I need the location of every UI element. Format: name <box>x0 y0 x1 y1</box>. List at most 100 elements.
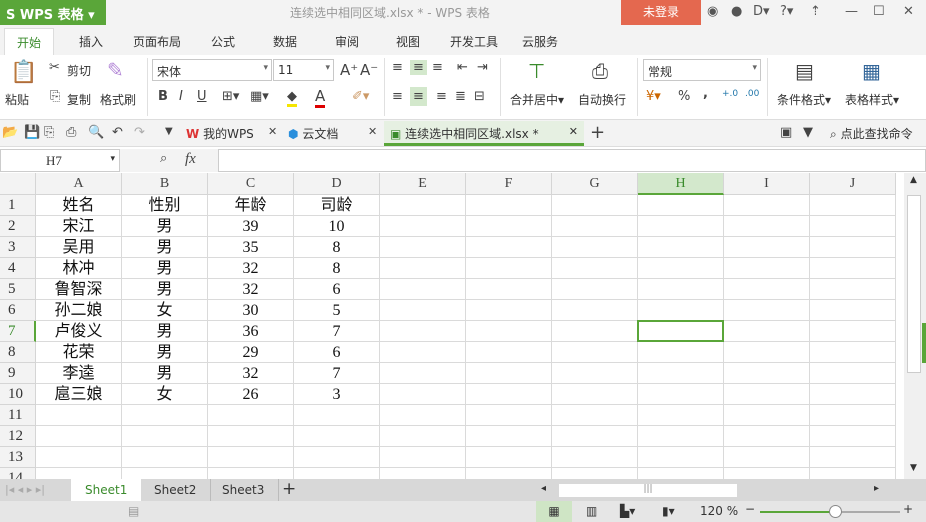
decrease-font-icon[interactable]: A⁻ <box>360 61 378 79</box>
cell-E11[interactable] <box>380 405 466 426</box>
cell-A1[interactable]: 姓名 <box>36 195 122 216</box>
cell-G4[interactable] <box>552 258 638 279</box>
cell-J14[interactable] <box>810 468 896 479</box>
font-color-icon[interactable]: A <box>315 87 326 108</box>
cell-J6[interactable] <box>810 300 896 321</box>
zoom-level[interactable]: 120 % <box>700 504 738 518</box>
row-header-5[interactable]: 5 <box>0 279 36 300</box>
cell-I7[interactable] <box>724 321 810 342</box>
cell-J10[interactable] <box>810 384 896 405</box>
row-header-9[interactable]: 9 <box>0 363 36 384</box>
zoom-in-icon[interactable]: + <box>903 502 913 516</box>
macro-icon[interactable]: ▤ <box>128 504 139 518</box>
row-header-4[interactable]: 4 <box>0 258 36 279</box>
row-header-13[interactable]: 13 <box>0 447 36 468</box>
cell-F1[interactable] <box>466 195 552 216</box>
new-tab-icon[interactable]: + <box>590 122 605 143</box>
currency-icon[interactable]: ¥▾ <box>646 89 661 104</box>
cell-F2[interactable] <box>466 216 552 237</box>
cell-B1[interactable]: 性别 <box>122 195 208 216</box>
tab-home[interactable]: 开始 <box>4 28 55 55</box>
row-header-14[interactable]: 14 <box>0 468 36 479</box>
cell-A5[interactable]: 鲁智深 <box>36 279 122 300</box>
name-box[interactable]: H7 ▾ <box>0 149 120 172</box>
copy-button[interactable]: 复制 <box>67 91 91 108</box>
cell-C12[interactable] <box>208 426 294 447</box>
cell-F7[interactable] <box>466 321 552 342</box>
cell-H8[interactable] <box>638 342 724 363</box>
tab-developer[interactable]: 开发工具 <box>450 33 498 50</box>
customize-dropdown-icon[interactable]: ▼ <box>165 126 173 137</box>
cell-A13[interactable] <box>36 447 122 468</box>
close-icon[interactable]: ✕ <box>903 4 914 19</box>
cell-E9[interactable] <box>380 363 466 384</box>
vertical-scroll-thumb[interactable] <box>907 195 921 373</box>
row-header-10[interactable]: 10 <box>0 384 36 405</box>
cell-F8[interactable] <box>466 342 552 363</box>
cell-D6[interactable]: 5 <box>294 300 380 321</box>
cell-I1[interactable] <box>724 195 810 216</box>
cell-H10[interactable] <box>638 384 724 405</box>
cell-G6[interactable] <box>552 300 638 321</box>
decrease-decimal-icon[interactable]: .00 <box>745 89 759 99</box>
page-break-view-icon[interactable]: ▥ <box>586 504 597 518</box>
cell-C7[interactable]: 36 <box>208 321 294 342</box>
cell-A9[interactable]: 李逵 <box>36 363 122 384</box>
cell-E5[interactable] <box>380 279 466 300</box>
zoom-formula-icon[interactable]: ⌕ <box>160 151 167 166</box>
eye-protect-icon[interactable]: ▮▾ <box>662 504 675 518</box>
cell-B8[interactable]: 男 <box>122 342 208 363</box>
cell-F3[interactable] <box>466 237 552 258</box>
cell-J5[interactable] <box>810 279 896 300</box>
cell-I6[interactable] <box>724 300 810 321</box>
merge-center-button[interactable]: 合并居中▾ <box>510 91 564 108</box>
column-header-J[interactable]: J <box>810 173 896 195</box>
align-center-icon[interactable]: ≡ <box>410 87 427 106</box>
row-header-3[interactable]: 3 <box>0 237 36 258</box>
side-panel-toggle[interactable] <box>922 323 926 363</box>
cell-D4[interactable]: 8 <box>294 258 380 279</box>
spreadsheet-grid[interactable]: A B C D E F G H I J 1 姓名 性别 年龄 司龄 2 宋江男 39 10 3 吴用男 35 8 4 林冲男 32… <box>0 173 904 479</box>
cell-C4[interactable]: 32 <box>208 258 294 279</box>
tab-insert[interactable]: 插入 <box>79 33 103 50</box>
row-header-6[interactable]: 6 <box>0 300 36 321</box>
cell-E14[interactable] <box>380 468 466 479</box>
number-format-select[interactable]: 常规 ▾ <box>643 59 761 81</box>
cell-E8[interactable] <box>380 342 466 363</box>
clear-format-icon[interactable]: ✐▾ <box>352 89 369 104</box>
cell-J8[interactable] <box>810 342 896 363</box>
zoom-slider[interactable] <box>760 505 900 518</box>
cell-D12[interactable] <box>294 426 380 447</box>
cell-D9[interactable]: 7 <box>294 363 380 384</box>
cell-C13[interactable] <box>208 447 294 468</box>
tab-data[interactable]: 数据 <box>273 33 297 50</box>
column-header-H[interactable]: H <box>638 173 724 195</box>
cell-C5[interactable]: 32 <box>208 279 294 300</box>
app-menu-button[interactable]: S WPS 表格 ▾ <box>0 0 106 25</box>
zoom-slider-handle[interactable] <box>828 505 842 518</box>
cell-G11[interactable] <box>552 405 638 426</box>
cell-H13[interactable] <box>638 447 724 468</box>
cell-C11[interactable] <box>208 405 294 426</box>
cell-B5[interactable]: 男 <box>122 279 208 300</box>
cell-H3[interactable] <box>638 237 724 258</box>
paste-button[interactable]: 粘贴 <box>5 91 29 108</box>
sheet-tab-1[interactable]: Sheet1 <box>71 479 142 501</box>
print-preview-icon[interactable]: 🔍 <box>88 125 104 140</box>
find-command-button[interactable]: ⌕ 点此查找命令 <box>830 125 913 142</box>
column-header-D[interactable]: D <box>294 173 380 195</box>
cell-F4[interactable] <box>466 258 552 279</box>
cell-J4[interactable] <box>810 258 896 279</box>
distributed-icon[interactable]: ⊟ <box>474 89 485 104</box>
justify-icon[interactable]: ≣ <box>455 89 466 104</box>
cell-B6[interactable]: 女 <box>122 300 208 321</box>
font-size-select[interactable]: 11 ▾ <box>273 59 334 81</box>
undo-icon[interactable]: ↶ <box>112 125 123 140</box>
row-header-2[interactable]: 2 <box>0 216 36 237</box>
skin-icon[interactable]: ◉ <box>707 4 718 19</box>
cell-J9[interactable] <box>810 363 896 384</box>
settings-icon[interactable]: ● <box>731 4 742 19</box>
cell-I12[interactable] <box>724 426 810 447</box>
indent-increase-icon[interactable]: ⇥ <box>477 60 488 75</box>
cell-F10[interactable] <box>466 384 552 405</box>
